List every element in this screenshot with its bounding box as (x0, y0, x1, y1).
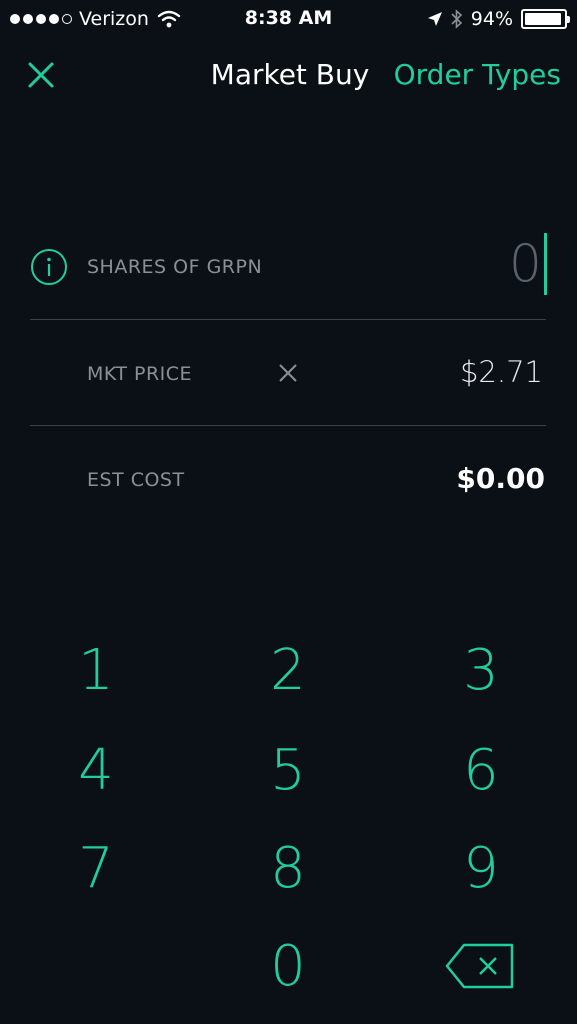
location-arrow-icon (427, 12, 442, 26)
divider (30, 319, 546, 320)
backspace-icon[interactable] (444, 941, 516, 991)
close-icon[interactable] (24, 58, 58, 92)
mkt-price-value: $2.71 (459, 355, 543, 389)
text-cursor (544, 233, 547, 295)
shares-input[interactable]: 0 (509, 230, 547, 298)
keypad-key-9[interactable]: 9 (421, 828, 541, 908)
page-title: Market Buy (210, 58, 370, 91)
keypad-key-4[interactable]: 4 (36, 730, 156, 810)
close-icon[interactable] (277, 362, 299, 384)
battery-percent: 94% (470, 8, 513, 30)
mkt-price-label: MKT PRICE (87, 363, 193, 385)
shares-label: SHARES OF GRPN (87, 256, 263, 278)
divider (30, 425, 546, 426)
keypad-key-2[interactable]: 2 (228, 630, 348, 710)
keypad-key-5[interactable]: 5 (228, 730, 348, 810)
keypad-key-6[interactable]: 6 (421, 730, 541, 810)
info-icon[interactable] (30, 248, 68, 286)
status-bar: Verizon 8:38 AM 94% (0, 0, 577, 38)
battery-fill (525, 13, 561, 25)
market-buy-screen: Verizon 8:38 AM 94% Market Buy Order Typ… (0, 0, 577, 1024)
keypad-key-3[interactable]: 3 (421, 630, 541, 710)
keypad-key-8[interactable]: 8 (228, 828, 348, 908)
bluetooth-icon (451, 9, 462, 29)
shares-value: 0 (508, 234, 542, 294)
order-types-button[interactable]: Order Types (394, 58, 561, 91)
est-cost-value: $0.00 (456, 462, 545, 495)
keypad-key-7[interactable]: 7 (36, 828, 156, 908)
est-cost-label: EST COST (87, 469, 185, 491)
keypad-key-0[interactable]: 0 (228, 926, 348, 1006)
battery-icon (521, 9, 570, 29)
status-right: 94% (427, 8, 570, 30)
keypad-key-1[interactable]: 1 (36, 630, 156, 710)
